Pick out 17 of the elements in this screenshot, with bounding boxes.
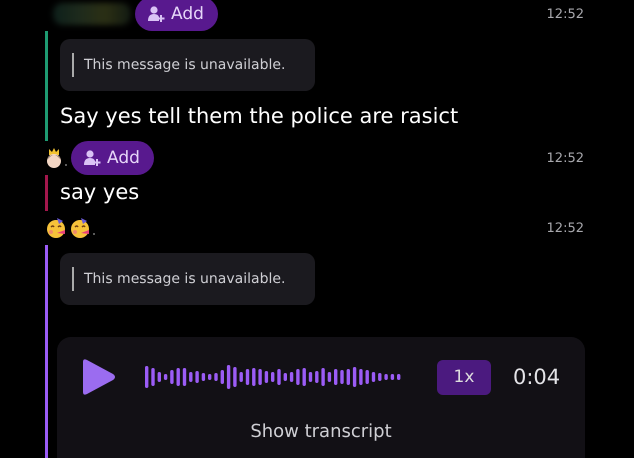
voice-duration: 0:04 <box>513 365 560 389</box>
add-friend-button[interactable]: Add <box>135 0 218 31</box>
add-person-icon <box>83 149 101 167</box>
add-person-icon <box>147 5 165 23</box>
party-face-icon <box>69 217 91 239</box>
message-text: Say yes tell them the police are rasict <box>60 103 458 130</box>
quoted-message: This message is unavailable. <box>60 39 316 91</box>
show-transcript-button[interactable]: Show transcript <box>250 421 392 442</box>
message-time: 12:52 <box>546 220 584 236</box>
princess-emoji-icon <box>45 146 63 170</box>
quoted-message: This message is unavailable. <box>60 253 316 305</box>
playback-speed-button[interactable]: 1x <box>437 360 491 394</box>
message-time: 12:52 <box>546 6 584 22</box>
message-text: say yes <box>60 179 140 206</box>
message-time: 12:52 <box>546 150 584 166</box>
add-friend-button[interactable]: Add <box>71 141 154 175</box>
party-face-icon <box>45 217 67 239</box>
